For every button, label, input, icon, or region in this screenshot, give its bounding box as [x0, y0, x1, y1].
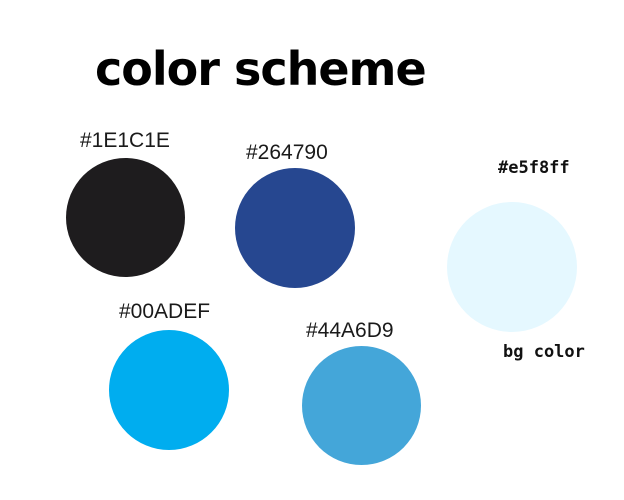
swatch-label-dark: #1E1C1E [80, 129, 170, 152]
swatch-navy [235, 168, 355, 288]
swatch-sky [302, 346, 421, 465]
swatch-bg [447, 202, 577, 332]
swatch-cyan [109, 330, 229, 450]
swatch-label-bg: #e5f8ff [498, 158, 570, 178]
swatch-label-navy: #264790 [246, 141, 328, 164]
bg-color-caption: bg color [503, 342, 585, 362]
swatch-dark [66, 158, 185, 277]
swatch-label-cyan: #00ADEF [119, 300, 211, 323]
page-title: color scheme [95, 42, 427, 96]
swatch-label-sky: #44A6D9 [306, 319, 394, 342]
